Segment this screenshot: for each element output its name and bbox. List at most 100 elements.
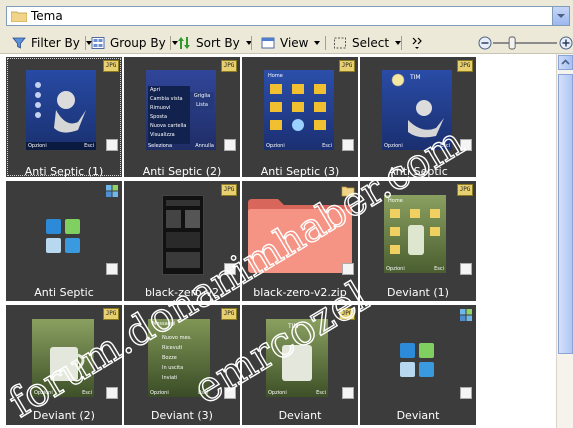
messages-list: Nuovo mes. Ricevuti Bozze In uscita Invi… — [162, 333, 192, 383]
thumb-title: Home — [388, 198, 403, 204]
item-checkbox[interactable] — [106, 263, 118, 275]
vertical-scrollbar[interactable] — [556, 54, 573, 428]
folder-icon — [11, 11, 27, 22]
theme-thumbnail: Home Opzioni Esci — [384, 195, 446, 273]
thumb-right-softkey: Esci — [198, 390, 208, 396]
thumb-right-softkey: Esci — [82, 390, 92, 396]
item-checkbox[interactable] — [224, 139, 236, 151]
file-tile[interactable]: JPG TIM Opzioni Esci Deviant — [242, 305, 358, 425]
view-button[interactable]: View — [261, 35, 321, 51]
file-tile[interactable]: JPG Opzioni Esci Deviant (2) — [6, 305, 122, 425]
file-tile[interactable]: JPG TIM Opzioni Esci Anti Septic — [360, 57, 476, 178]
jpg-badge-icon: JPG — [339, 60, 355, 72]
thumb-right-softkey: Esci — [440, 143, 450, 149]
sort-icon — [178, 37, 190, 49]
cup-illustration — [282, 345, 312, 381]
select-button[interactable]: Select — [333, 35, 402, 51]
scrollbar-thumb[interactable] — [558, 74, 573, 354]
group-by-label: Group By — [110, 36, 166, 50]
chevron-down-icon — [314, 41, 321, 45]
app-grid-icons — [390, 209, 440, 255]
theme-thumbnail: TIM Opzioni Esci — [266, 319, 328, 397]
toolbar-divider — [401, 36, 402, 50]
mascot-illustration — [26, 82, 96, 150]
theme-app-icon — [400, 343, 434, 377]
thumb-right-softkey: Esci — [434, 266, 444, 272]
theme-thumbnail: Apri Cambia vista Rimuovi Sposta Nuova c… — [146, 70, 216, 150]
address-dropdown-button[interactable] — [552, 7, 569, 25]
jpg-badge-icon: JPG — [339, 308, 355, 320]
thumb-left-softkey: Opzioni — [28, 143, 47, 149]
file-tile[interactable]: black-zero-v2.zip — [242, 181, 358, 301]
menu-item: Nuova cartella — [150, 123, 187, 129]
thumb-left-softkey: Opzioni — [150, 390, 169, 396]
file-tile[interactable]: JPG Apri Cambia vista Rimuovi Sposta Nuo… — [124, 57, 240, 178]
list-item: Bozze — [162, 355, 177, 361]
mascot-illustration — [391, 73, 444, 138]
file-tile[interactable]: JPG Messaggi Nuovo mes. Ricevuti Bozze I… — [124, 305, 240, 425]
menu-item: Cambia vista — [150, 96, 183, 102]
view-icon — [261, 37, 275, 49]
item-checkbox[interactable] — [460, 387, 472, 399]
thumb-left-softkey: Opzioni — [386, 266, 405, 272]
file-tile[interactable]: Anti Septic — [6, 181, 122, 301]
filter-icon — [12, 37, 26, 49]
theme-thumbnail: Messaggi Nuovo mes. Ricevuti Bozze In us… — [148, 319, 210, 397]
zoom-slider-thumb — [508, 36, 516, 50]
list-item: Inviati — [162, 375, 178, 381]
address-field[interactable]: Tema — [6, 6, 570, 26]
item-checkbox[interactable] — [106, 387, 118, 399]
thumb-left-softkey: Opzioni — [268, 390, 287, 396]
item-checkbox[interactable] — [342, 263, 354, 275]
item-checkbox[interactable] — [224, 387, 236, 399]
item-checkbox[interactable] — [106, 139, 118, 151]
theme-thumbnail: Home Opzioni Esci — [264, 70, 334, 150]
sort-by-button[interactable]: Sort By — [177, 35, 252, 51]
menu-item: Apri — [150, 87, 161, 93]
theme-thumbnail: Opzioni Esci — [32, 319, 94, 397]
more-options-button[interactable] — [410, 35, 424, 51]
thumb-left-softkey: Opzioni — [34, 390, 53, 396]
item-checkbox[interactable] — [342, 387, 354, 399]
filter-by-button[interactable]: Filter By — [12, 35, 92, 51]
item-checkbox[interactable] — [224, 263, 236, 275]
chevron-up-icon — [561, 59, 570, 65]
zoom-slider[interactable] — [493, 35, 557, 51]
marquee-select-icon — [334, 37, 346, 49]
black-theme-preview — [166, 200, 200, 268]
thumb-left-softkey: Seleziona — [148, 143, 173, 149]
item-checkbox[interactable] — [460, 263, 472, 275]
file-name: Deviant — [396, 409, 440, 422]
file-name: black-zero-v2.zip — [253, 286, 347, 299]
file-name: Deviant — [278, 409, 322, 422]
thumb-operator: TIM — [288, 323, 299, 330]
theme-thumbnail: TIM Opzioni Esci — [382, 70, 452, 150]
thumb-right-softkey: Annulla — [195, 143, 214, 149]
zoom-out-button[interactable] — [478, 35, 492, 51]
menu-item: Visualizza — [150, 132, 175, 138]
list-item: Ricevuti — [162, 345, 183, 351]
item-checkbox[interactable] — [460, 139, 472, 151]
theme-thumbnail: Opzioni Esci — [26, 70, 96, 150]
app-grid-icons — [270, 84, 326, 131]
file-tile[interactable]: Deviant — [360, 305, 476, 425]
zoom-in-button[interactable] — [559, 35, 573, 51]
file-tile[interactable]: JPG Opzioni Esci Anti Septic (1) — [6, 57, 122, 178]
jpg-badge-icon: JPG — [457, 60, 473, 72]
jpg-badge-icon: JPG — [457, 184, 473, 196]
file-tile[interactable]: JPG Home Opzioni Esci Anti Septic (3) — [242, 57, 358, 178]
file-tile[interactable]: JPG black-zero-v2 — [124, 181, 240, 301]
toolbar-divider — [325, 36, 326, 50]
group-by-button[interactable]: Group By — [91, 35, 178, 51]
submenu-item: Lista — [196, 102, 208, 108]
file-name: Deviant (2) — [33, 409, 95, 422]
jpg-badge-icon: JPG — [103, 60, 119, 72]
file-name: Anti Septic (3) — [260, 165, 340, 178]
item-checkbox[interactable] — [342, 139, 354, 151]
theme-app-icon — [46, 219, 80, 253]
windows-app-icon — [460, 309, 472, 321]
thumb-right-softkey: Esci — [84, 143, 94, 149]
scroll-up-button[interactable] — [558, 55, 573, 70]
sort-by-label: Sort By — [196, 36, 240, 50]
file-tile[interactable]: JPG Home Opzioni Esci Deviant (1) — [360, 181, 476, 301]
